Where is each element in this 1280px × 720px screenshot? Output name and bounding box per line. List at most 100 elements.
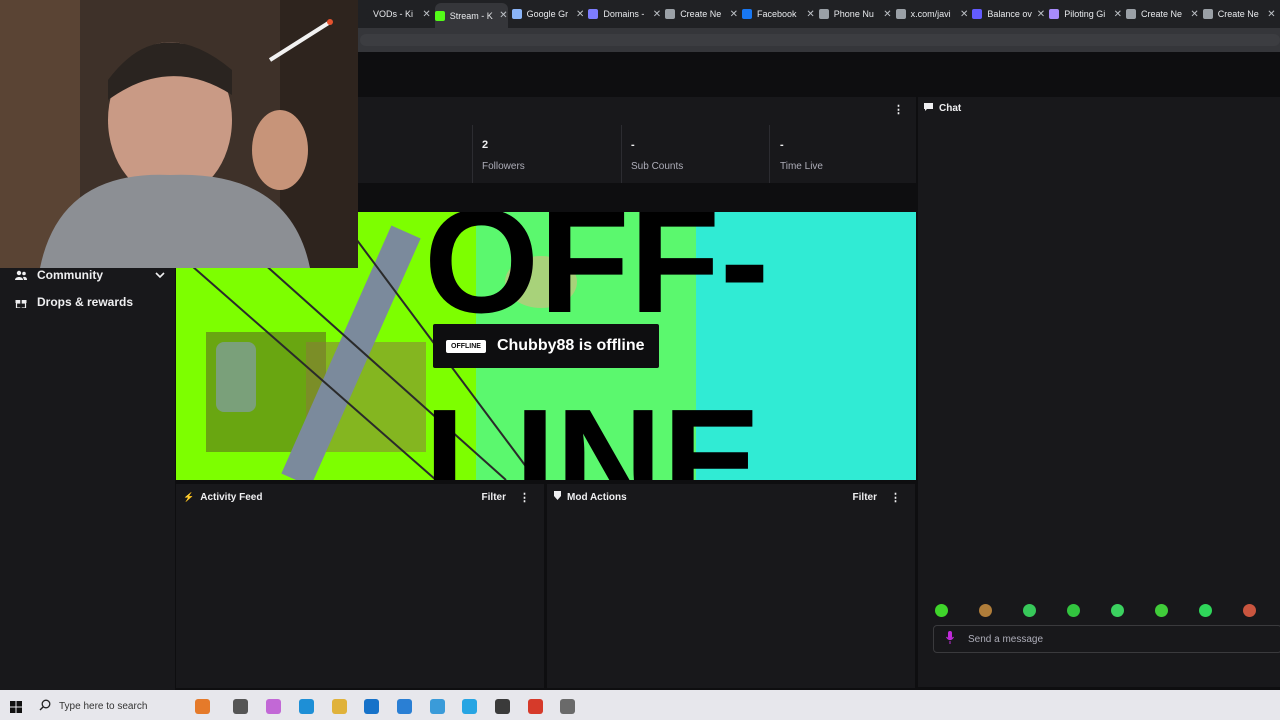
favicon-icon (972, 9, 983, 19)
people-icon (15, 270, 27, 281)
taskbar-app-icon[interactable] (266, 699, 281, 714)
browser-tab[interactable]: Create Ne ✕ (665, 6, 738, 22)
more-options-icon[interactable]: ⋮ (893, 103, 904, 116)
sidebar-item-label: Community (37, 268, 103, 282)
emote-icon[interactable] (1199, 604, 1212, 617)
activity-feed-header: ⚡ Activity Feed Filter ⋮ (176, 484, 544, 510)
chat-title: Chat (939, 103, 962, 114)
shield-icon (554, 491, 561, 503)
address-bar[interactable] (360, 34, 1280, 46)
close-tab-icon[interactable]: ✕ (572, 9, 584, 20)
emote-icon[interactable] (1243, 604, 1256, 617)
offline-badge: OFFLINE (446, 339, 486, 353)
close-tab-icon[interactable]: ✕ (956, 9, 968, 20)
browser-tab[interactable]: Phone Nu ✕ (818, 6, 892, 22)
taskbar-search[interactable]: Type here to search (33, 692, 183, 720)
chat-input-field[interactable] (966, 631, 1270, 647)
taskbar-app-icon[interactable] (233, 699, 248, 714)
webcam-overlay (0, 0, 358, 268)
chat-panel: Chat (918, 97, 1280, 687)
lightning-icon: ⚡ (183, 491, 195, 502)
windows-start-icon[interactable] (10, 700, 22, 718)
browser-tab-label: Piloting Gi (1064, 9, 1106, 19)
favicon-icon (818, 9, 829, 19)
browser-tab[interactable]: x.com/javi ✕ (895, 6, 968, 22)
browser-tab-label: Stream - K (449, 10, 493, 21)
browser-tab[interactable]: Facebook ✕ (742, 6, 815, 22)
divider (769, 125, 770, 183)
close-tab-icon[interactable]: ✕ (802, 9, 814, 20)
favicon-icon (742, 9, 752, 19)
divider (621, 125, 622, 183)
chevron-down-icon[interactable] (155, 268, 165, 282)
browser-tab-label: Balance ov (987, 9, 1032, 19)
browser-tab-label: Domains - (603, 9, 645, 19)
close-tab-icon[interactable]: ✕ (418, 9, 430, 20)
favicon-icon (1126, 9, 1136, 19)
mod-actions-title: Mod Actions (567, 491, 627, 503)
emote-icon[interactable] (935, 604, 948, 617)
sidebar-item-label: Drops & rewards (37, 295, 134, 309)
close-tab-icon[interactable]: ✕ (726, 9, 738, 20)
offline-status-card: OFFLINE Chubby88 is offline (433, 324, 659, 368)
stat-followers: 2 Followers (482, 139, 525, 172)
favicon-icon (665, 9, 676, 19)
chat-header: Chat (924, 103, 961, 114)
taskbar-app-icon[interactable] (462, 699, 477, 714)
emote-icon[interactable] (1067, 604, 1080, 617)
activity-feed-filter-button[interactable]: Filter (482, 492, 506, 503)
taskbar-app-icon[interactable] (397, 699, 412, 714)
browser-tab-label: VODs - Ki (373, 9, 414, 19)
taskbar-app-icon[interactable] (195, 699, 210, 714)
taskbar-app-icon[interactable] (332, 699, 347, 714)
more-options-icon[interactable]: ⋮ (890, 491, 901, 504)
browser-tab[interactable]: Balance ov ✕ (972, 6, 1045, 22)
browser-tab[interactable]: Stream - K ✕ (434, 3, 508, 28)
taskbar-app-icon[interactable] (528, 699, 543, 714)
offline-message: Chubby88 is offline (496, 337, 645, 354)
browser-tab-label: Facebook (757, 9, 797, 19)
taskbar-app-icon[interactable] (299, 699, 314, 714)
close-tab-icon[interactable]: ✕ (649, 9, 661, 20)
taskbar-app-icon[interactable] (560, 699, 575, 714)
windows-taskbar (0, 690, 1280, 720)
browser-tab[interactable]: Domains - ✕ (588, 6, 661, 22)
microphone-icon[interactable] (946, 631, 954, 650)
taskbar-app-icon[interactable] (364, 699, 379, 714)
favicon-icon (358, 9, 368, 19)
stat-time-live: - Time Live (780, 139, 823, 172)
emote-icon[interactable] (979, 604, 992, 617)
browser-tab[interactable]: Create Ne ✕ (1202, 6, 1276, 22)
close-tab-icon[interactable]: ✕ (1263, 9, 1275, 20)
mod-actions-filter-button[interactable]: Filter (853, 492, 877, 503)
close-tab-icon[interactable]: ✕ (495, 10, 507, 21)
close-tab-icon[interactable]: ✕ (1110, 9, 1122, 20)
chat-message-input[interactable] (933, 625, 1280, 653)
favicon-icon (588, 9, 599, 19)
favicon-icon (1049, 9, 1060, 19)
browser-tab[interactable]: VODs - Ki ✕ (358, 6, 431, 22)
emote-icon[interactable] (1111, 604, 1124, 617)
sidebar-item-community[interactable]: Community (15, 268, 165, 282)
more-options-icon[interactable]: ⋮ (519, 491, 530, 504)
browser-tab-label: Create Ne (1217, 9, 1259, 19)
emote-icon[interactable] (1155, 604, 1168, 617)
stat-sub-counts: - Sub Counts (631, 139, 684, 172)
sidebar-item-drops-rewards[interactable]: Drops & rewards (15, 295, 165, 309)
taskbar-app-icon[interactable] (430, 699, 445, 714)
close-tab-icon[interactable]: ✕ (879, 9, 891, 20)
taskbar-app-icon[interactable] (495, 699, 510, 714)
browser-tab[interactable]: Piloting Gi ✕ (1049, 6, 1122, 22)
favicon-icon (434, 10, 445, 21)
mod-actions-panel: Mod Actions Filter ⋮ (547, 484, 915, 688)
close-tab-icon[interactable]: ✕ (1033, 9, 1045, 20)
browser-tab-label: Create Ne (680, 9, 722, 19)
close-tab-icon[interactable]: ✕ (1186, 9, 1198, 20)
activity-feed-panel: ⚡ Activity Feed Filter ⋮ (176, 484, 544, 688)
search-placeholder: Type here to search (59, 700, 148, 712)
browser-tab[interactable]: Create Ne ✕ (1126, 6, 1199, 22)
browser-tab[interactable]: Google Gr ✕ (511, 6, 584, 22)
favicon-icon (511, 9, 522, 19)
emote-icon[interactable] (1023, 604, 1036, 617)
gift-icon (15, 297, 27, 309)
